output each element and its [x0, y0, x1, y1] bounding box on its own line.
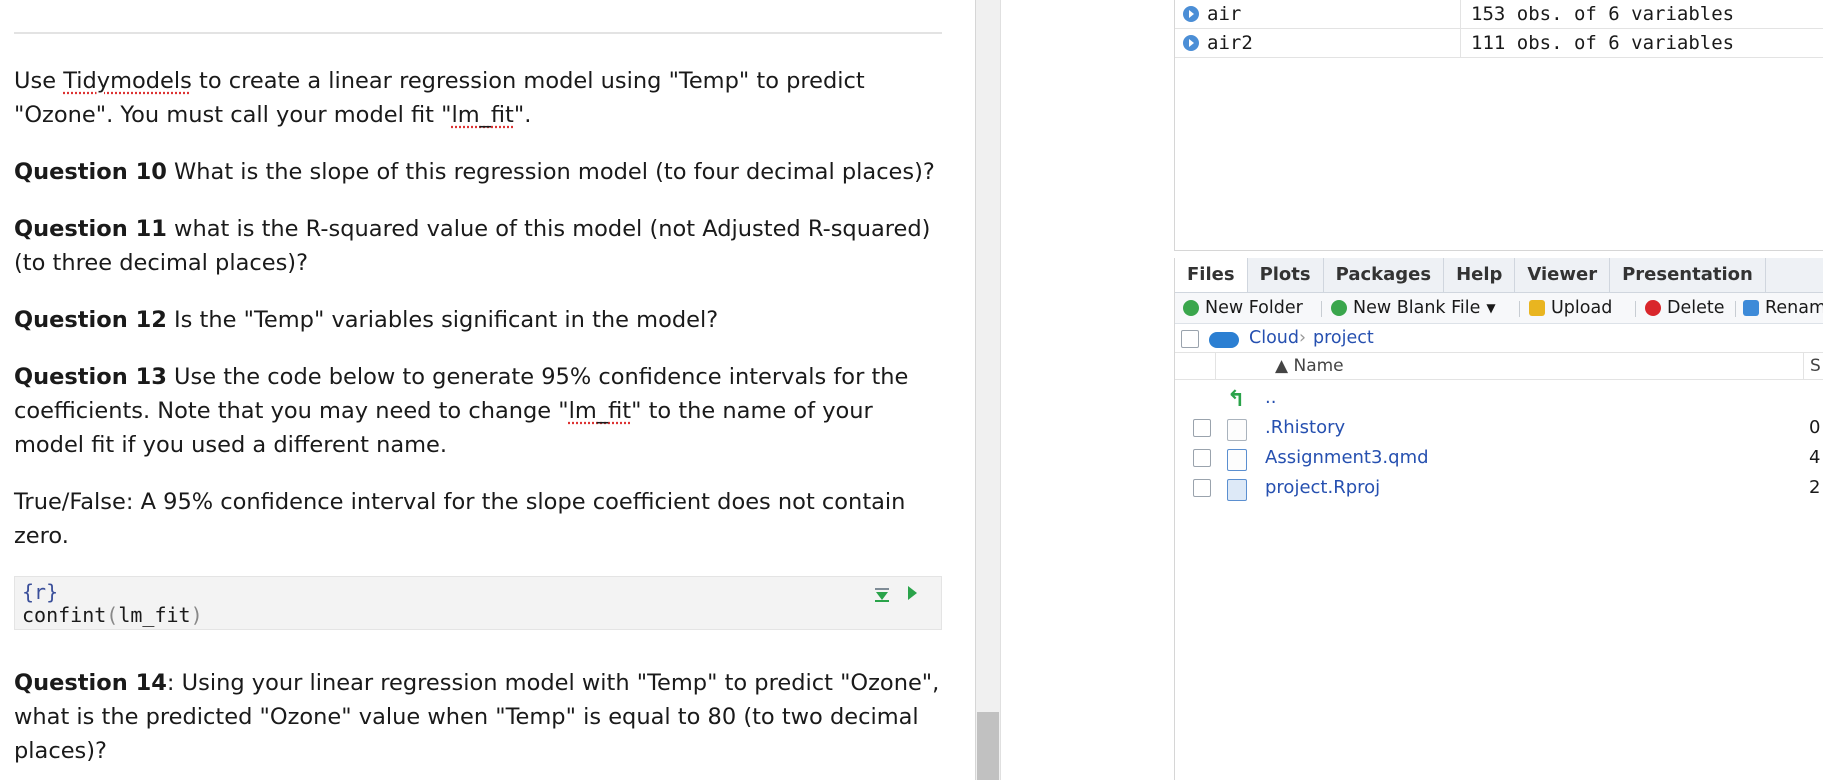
question-10: Question 10 What is the slope of this re…: [14, 159, 935, 185]
editor-scrollbar[interactable]: [975, 0, 1000, 780]
breadcrumb-project[interactable]: project: [1313, 324, 1374, 352]
tab-files[interactable]: Files: [1175, 258, 1248, 292]
spelling-flag-lm-fit-2: lm_fit: [568, 398, 632, 424]
file-checkbox[interactable]: [1193, 479, 1211, 497]
column-name[interactable]: ▲ Name: [1275, 353, 1344, 379]
spelling-flag-lm-fit: lm_fit: [451, 102, 514, 128]
question-13: Question 13 Use the code below to genera…: [14, 364, 909, 458]
files-pane: Files Plots Packages Help Viewer Present…: [1174, 258, 1823, 780]
document-content[interactable]: Use Tidymodels to create a linear regres…: [14, 64, 944, 780]
new-folder-button[interactable]: New Folder: [1183, 293, 1303, 323]
breadcrumb-cloud[interactable]: Cloud: [1249, 324, 1299, 352]
run-previous-chunks-icon[interactable]: [874, 585, 890, 602]
quarto-file-icon: [1227, 449, 1247, 471]
code-chunk[interactable]: {r} confint(lm_fit): [14, 576, 942, 630]
up-arrow-icon: ↰: [1227, 387, 1246, 412]
new-file-icon: [1331, 300, 1347, 316]
list-item[interactable]: .Rhistory 0: [1175, 413, 1823, 443]
expand-icon[interactable]: [1183, 6, 1199, 22]
tab-plots[interactable]: Plots: [1248, 258, 1324, 292]
editor-margin: [1000, 0, 1164, 780]
history-file-icon: [1227, 419, 1247, 441]
true-false-statement: True/False: A 95% confidence interval fo…: [14, 489, 906, 549]
question-14: Question 14: Using your linear regressio…: [14, 670, 940, 764]
environment-pane: air 153 obs. of 6 variables air2 111 obs…: [1174, 0, 1823, 251]
chunk-header: {r}: [22, 580, 59, 604]
spelling-flag-tidymodels: Tidymodels: [63, 68, 192, 94]
env-row-air[interactable]: air 153 obs. of 6 variables: [1175, 0, 1823, 29]
column-header: ▲ Name S: [1175, 353, 1823, 380]
tab-packages[interactable]: Packages: [1324, 258, 1445, 292]
editor-pane[interactable]: Use Tidymodels to create a linear regres…: [0, 0, 975, 780]
run-chunk-icon[interactable]: [908, 586, 917, 600]
pane-tabs: Files Plots Packages Help Viewer Present…: [1175, 258, 1823, 293]
tab-presentation[interactable]: Presentation: [1610, 258, 1766, 292]
new-folder-icon: [1183, 300, 1199, 316]
new-blank-file-button[interactable]: New Blank File ▼: [1331, 293, 1496, 323]
scrollbar-thumb[interactable]: [977, 712, 999, 780]
rename-icon: [1743, 300, 1759, 316]
expand-icon[interactable]: [1183, 35, 1199, 51]
delete-icon: [1645, 300, 1661, 316]
delete-button[interactable]: Delete: [1645, 293, 1725, 323]
question-11: Question 11 what is the R-squared value …: [14, 216, 931, 276]
breadcrumb: Cloud › project: [1175, 324, 1823, 353]
tab-viewer[interactable]: Viewer: [1515, 258, 1611, 292]
tab-help[interactable]: Help: [1444, 258, 1516, 292]
file-checkbox[interactable]: [1193, 419, 1211, 437]
list-item-parent[interactable]: ↰ ..: [1175, 383, 1823, 413]
file-checkbox[interactable]: [1193, 449, 1211, 467]
list-item[interactable]: project.Rproj 2: [1175, 473, 1823, 503]
chunk-code[interactable]: confint(lm_fit): [22, 604, 934, 627]
select-all-checkbox[interactable]: [1181, 330, 1199, 348]
rproj-file-icon: [1227, 479, 1247, 501]
env-row-air2[interactable]: air2 111 obs. of 6 variables: [1175, 29, 1823, 58]
question-12: Question 12 Is the "Temp" variables sign…: [14, 307, 719, 333]
chevron-down-icon: ▼: [1486, 301, 1496, 315]
upload-icon: [1529, 300, 1545, 316]
files-toolbar: New Folder New Blank File ▼ Upload Delete…: [1175, 293, 1823, 324]
rename-button[interactable]: Renam: [1743, 293, 1823, 323]
list-item[interactable]: Assignment3.qmd 4: [1175, 443, 1823, 473]
intro-paragraph: Use Tidymodels to create a linear regres…: [14, 68, 865, 128]
cloud-icon: [1209, 332, 1239, 348]
upload-button[interactable]: Upload: [1529, 293, 1612, 323]
column-size[interactable]: S: [1803, 353, 1821, 379]
divider: [14, 32, 942, 34]
